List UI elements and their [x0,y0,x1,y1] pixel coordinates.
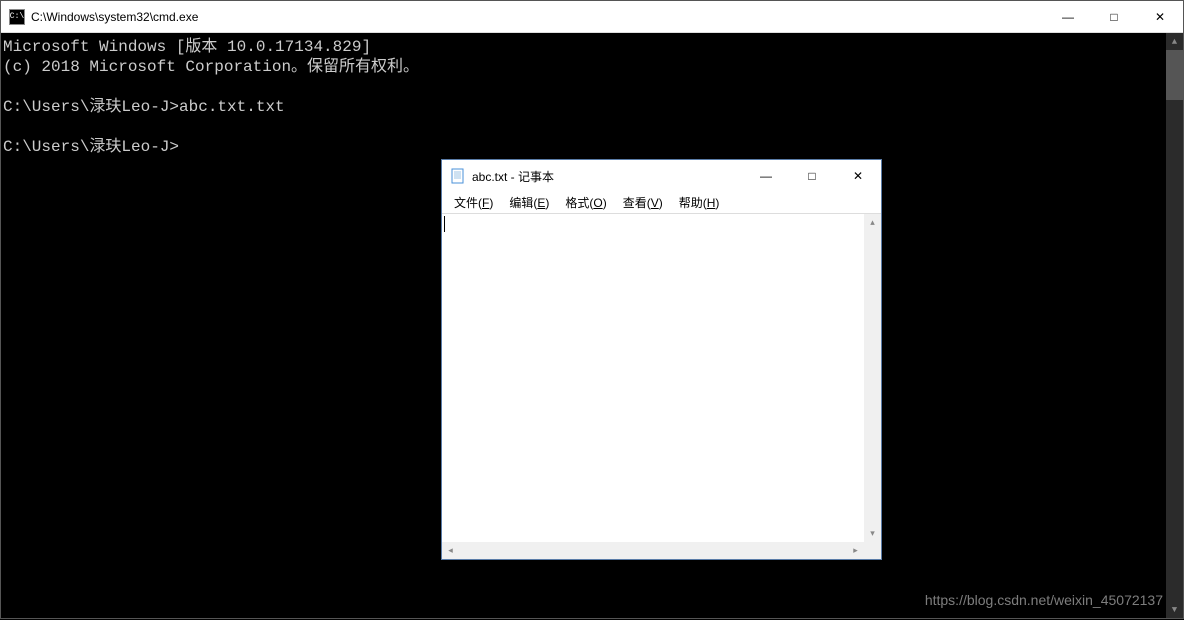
minimize-button[interactable]: — [743,160,789,192]
menu-file[interactable]: 文件(F) [446,192,501,213]
menu-view[interactable]: 查看(V) [615,192,671,213]
notepad-window: abc.txt - 记事本 — □ ✕ 文件(F) 编辑(E) 格式(O) 查看… [441,159,882,560]
scroll-down-icon[interactable]: ▾ [864,525,881,542]
notepad-vscrollbar[interactable]: ▴ ▾ [864,214,881,542]
menu-help[interactable]: 帮助(H) [671,192,728,213]
close-button[interactable]: ✕ [1137,1,1183,32]
maximize-button[interactable]: □ [1091,1,1137,32]
cmd-title: C:\Windows\system32\cmd.exe [31,10,1045,24]
scroll-up-icon[interactable]: ▴ [864,214,881,231]
notepad-window-controls: — □ ✕ [743,160,881,192]
scroll-down-icon[interactable]: ▼ [1166,601,1183,618]
notepad-hscrollbar[interactable]: ◂ ▸ [442,542,864,559]
scroll-thumb[interactable] [1166,50,1183,100]
notepad-title: abc.txt - 记事本 [472,168,743,185]
notepad-icon [450,168,466,184]
cmd-line: C:\Users\渌玞Leo-J> [3,138,179,156]
close-button[interactable]: ✕ [835,160,881,192]
cmd-line: (c) 2018 Microsoft Corporation。保留所有权利。 [3,58,419,76]
scroll-up-icon[interactable]: ▲ [1166,33,1183,50]
cmd-line: C:\Users\渌玞Leo-J>abc.txt.txt [3,98,285,116]
notepad-editor: ▴ ▾ ◂ ▸ [442,213,881,559]
minimize-button[interactable]: — [1045,1,1091,32]
notepad-titlebar[interactable]: abc.txt - 记事本 — □ ✕ [442,160,881,192]
cmd-window-controls: — □ ✕ [1045,1,1183,32]
scroll-right-icon[interactable]: ▸ [847,542,864,559]
scroll-corner [864,542,881,559]
maximize-button[interactable]: □ [789,160,835,192]
watermark: https://blog.csdn.net/weixin_45072137 [925,590,1163,610]
cmd-titlebar[interactable]: C:\ C:\Windows\system32\cmd.exe — □ ✕ [1,1,1183,33]
notepad-menubar: 文件(F) 编辑(E) 格式(O) 查看(V) 帮助(H) [442,192,881,213]
scroll-left-icon[interactable]: ◂ [442,542,459,559]
text-cursor [444,216,445,232]
cmd-scrollbar[interactable]: ▲ ▼ [1166,33,1183,618]
cmd-icon: C:\ [9,9,25,25]
menu-edit[interactable]: 编辑(E) [501,192,557,213]
menu-format[interactable]: 格式(O) [557,192,614,213]
cmd-line: Microsoft Windows [版本 10.0.17134.829] [3,38,371,56]
notepad-textarea[interactable] [442,214,864,542]
